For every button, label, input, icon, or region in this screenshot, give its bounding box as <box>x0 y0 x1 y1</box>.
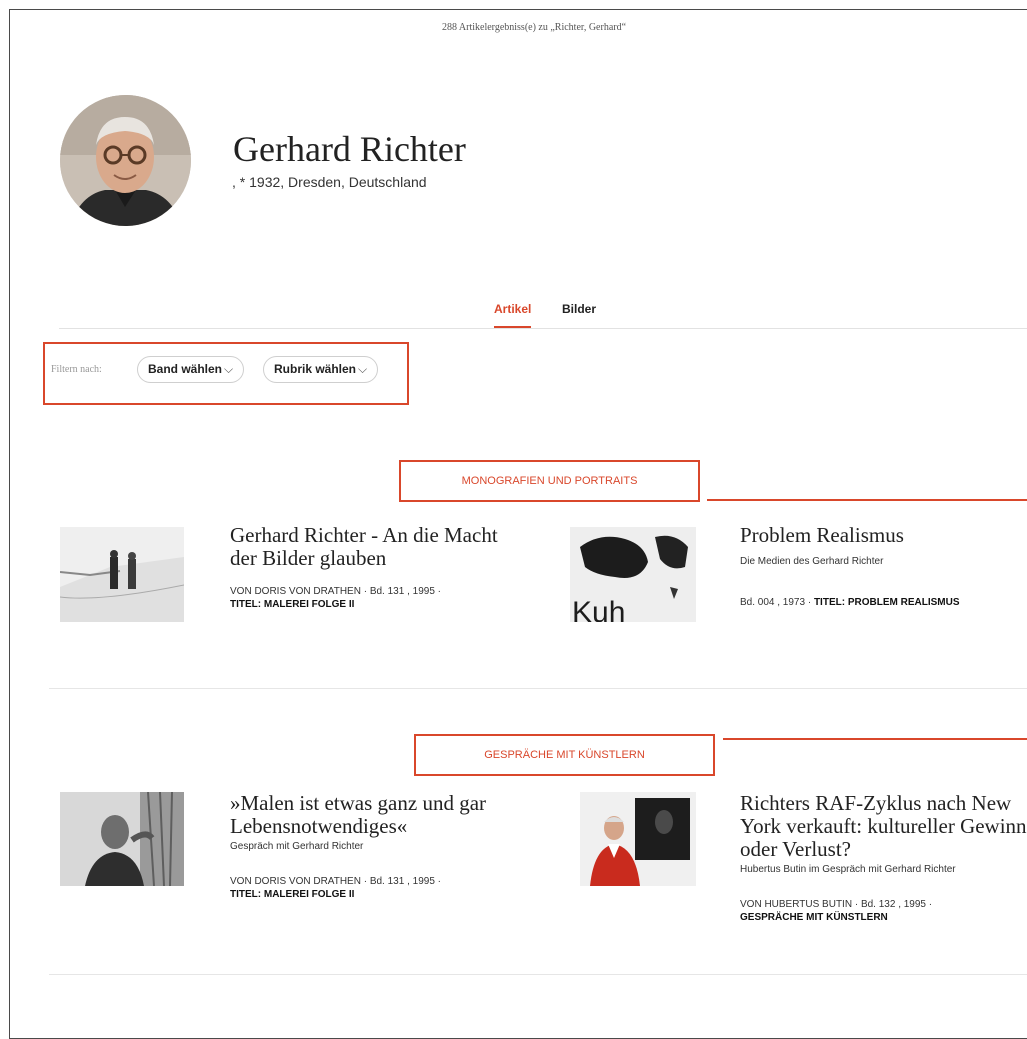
article-author-volume: Bd. 004 , 1973 · <box>740 597 812 608</box>
filter-label: Filtern nach: <box>51 364 102 375</box>
article-title[interactable]: Problem Realismus <box>740 524 1027 547</box>
kuh-image: Kuh <box>570 527 696 622</box>
thumb-text: Kuh <box>572 596 625 622</box>
section-rule <box>707 499 1027 501</box>
photo-image <box>580 792 696 886</box>
article-thumbnail[interactable] <box>60 792 184 886</box>
article-meta: Bd. 004 , 1973 · TITEL: PROBLEM REALISMU… <box>740 596 960 609</box>
article-subtitle: Hubertus Butin im Gespräch mit Gerhard R… <box>740 864 956 875</box>
section-divider <box>49 974 1027 975</box>
article-author-volume: VON DORIS VON DRATHEN · Bd. 131 , 1995 · <box>230 586 441 597</box>
article-meta: VON HUBERTUS BUTIN · Bd. 132 , 1995 · GE… <box>740 898 932 924</box>
tab-artikel[interactable]: Artikel <box>494 302 532 328</box>
section-heading-gespraeche: GESPRÄCHE MIT KÜNSTLERN <box>414 734 715 776</box>
article-author-volume: VON HUBERTUS BUTIN · Bd. 132 , 1995 · <box>740 899 933 910</box>
results-count: 288 Artikelergebniss(e) zu „Richter, Ger… <box>441 22 627 33</box>
tab-bar: Artikel Bilder <box>59 298 1027 329</box>
article-category: TITEL: MALEREI FOLGE II <box>230 889 355 900</box>
photo-image <box>60 527 184 622</box>
article-category: GESPRÄCHE MIT KÜNSTLERN <box>740 912 888 923</box>
chevron-down-icon: ⌵ <box>224 362 234 376</box>
article-meta: VON DORIS VON DRATHEN · Bd. 131 , 1995 ·… <box>230 875 441 901</box>
artist-portrait-image <box>60 95 191 226</box>
article-thumbnail[interactable] <box>580 792 696 886</box>
article-title[interactable]: Gerhard Richter - An die Macht der Bilde… <box>230 524 520 570</box>
article-category: TITEL: PROBLEM REALISMUS <box>813 597 960 608</box>
article-category: TITEL: MALEREI FOLGE II <box>230 599 355 610</box>
artist-name: Gerhard Richter <box>233 129 466 169</box>
article-thumbnail[interactable]: Kuh <box>570 527 696 622</box>
rubrik-select-label: Rubrik wählen <box>274 362 357 376</box>
artist-life-dates: , * 1932, Dresden, Deutschland <box>232 174 427 190</box>
article-meta: VON DORIS VON DRATHEN · Bd. 131 , 1995 ·… <box>230 585 441 611</box>
article-subtitle: Die Medien des Gerhard Richter <box>740 556 884 567</box>
article-title[interactable]: Richters RAF-Zyklus nach New York verkau… <box>740 792 1027 861</box>
article-thumbnail[interactable] <box>60 527 184 622</box>
tab-bilder[interactable]: Bilder <box>562 302 596 316</box>
chevron-down-icon: ⌵ <box>358 362 368 376</box>
band-select-label: Band wählen <box>148 362 223 376</box>
artist-avatar <box>60 95 191 226</box>
section-divider <box>49 688 1027 689</box>
rubrik-select[interactable]: Rubrik wählen ⌵ <box>263 356 379 383</box>
article-author-volume: VON DORIS VON DRATHEN · Bd. 131 , 1995 · <box>230 876 441 887</box>
article-subtitle: Gespräch mit Gerhard Richter <box>230 841 364 852</box>
section-heading-monografien: MONOGRAFIEN UND PORTRAITS <box>399 460 700 502</box>
section-rule <box>723 738 1027 740</box>
article-title[interactable]: »Malen ist etwas ganz und gar Lebensnotw… <box>230 792 530 838</box>
band-select[interactable]: Band wählen ⌵ <box>137 356 245 383</box>
photo-image <box>60 792 184 886</box>
